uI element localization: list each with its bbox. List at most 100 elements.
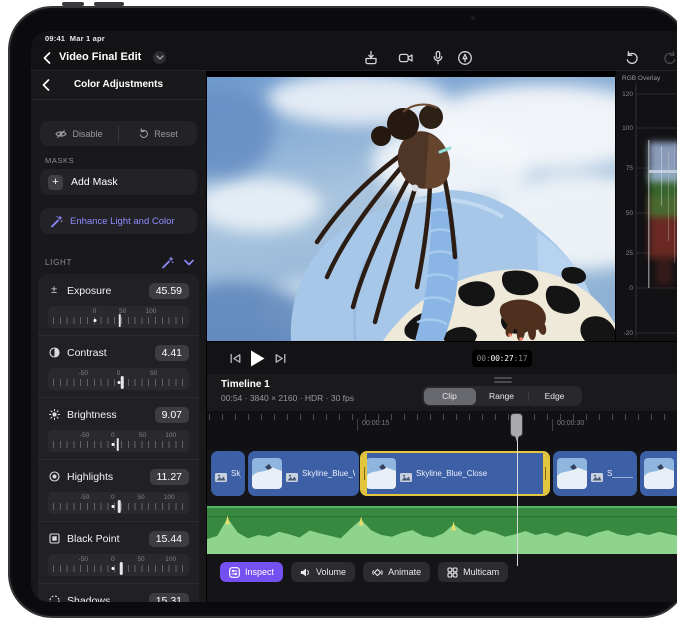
light-section-header: LIGHT <box>45 255 194 269</box>
undo-button[interactable] <box>624 50 640 66</box>
clip[interactable]: Skyline_Blue_Wide <box>248 451 359 496</box>
clip-label: Skyline_Blue_Close <box>416 469 487 478</box>
slider-ruler[interactable]: -50050100 <box>48 554 189 576</box>
ruler-label: 50 <box>137 556 144 563</box>
photo-badge-icon <box>591 469 603 478</box>
play-button[interactable] <box>250 350 265 367</box>
panel-resize-handle[interactable] <box>494 377 512 385</box>
slider-exposure: ± Exposure 45.59 050100 <box>38 274 199 336</box>
slider-ruler[interactable]: -50050100 <box>48 492 189 514</box>
tool-label: Multicam <box>463 567 499 577</box>
slider-value-indicator[interactable] <box>119 314 122 327</box>
magic-wand-icon <box>50 215 63 228</box>
add-mask-label: Add Mask <box>71 176 118 188</box>
clip[interactable]: Sk____ <box>211 451 245 496</box>
content-area: RGB Overlay 1201007550250-20 00:00:27:17… <box>207 71 677 602</box>
multicam-button[interactable]: Multicam <box>438 562 508 582</box>
animate-button[interactable]: Animate <box>363 562 430 582</box>
audio-track[interactable] <box>207 506 677 554</box>
ruler-label: 100 <box>164 494 175 501</box>
slider-value[interactable]: 45.59 <box>149 283 189 299</box>
redo-button[interactable] <box>662 50 677 66</box>
clip-selected[interactable]: Skyline_Blue_Close <box>360 451 550 496</box>
clip[interactable]: S________ <box>553 451 637 496</box>
mode-clip[interactable]: Clip <box>424 388 476 405</box>
slider-value[interactable]: 11.27 <box>150 469 190 485</box>
skip-back-button[interactable] <box>229 352 242 365</box>
slider-value-indicator[interactable] <box>118 500 121 513</box>
timecode-ruler-label: 00:00:30 <box>552 419 584 431</box>
ruler-label: -50 <box>80 494 89 501</box>
clip[interactable] <box>640 451 677 496</box>
slider-highlights: Highlights 11.27 -50050100 <box>38 460 199 522</box>
blackpoint-icon <box>48 533 60 545</box>
plus-minus-icon: ± <box>48 285 60 297</box>
trim-handle-right[interactable] <box>543 453 548 494</box>
slider-name: Shadows <box>67 595 142 603</box>
scope-axis-label: 0 <box>629 285 633 292</box>
slider-name: Contrast <box>67 347 148 359</box>
enhance-light-color-button[interactable]: Enhance Light and Color <box>40 208 197 234</box>
timeline-ruler[interactable]: 00:00:15 00:00:30 <box>207 411 677 451</box>
timeline-header: Timeline 1 00:54 · 3840 × 2160 · HDR · 3… <box>207 374 677 411</box>
slider-value[interactable]: 9.07 <box>155 407 189 423</box>
back-chevron-icon[interactable] <box>43 52 51 64</box>
scope-title: RGB Overlay <box>622 75 660 82</box>
disable-button[interactable]: Disable <box>40 121 118 146</box>
import-media-button[interactable] <box>363 50 379 66</box>
panel-title: Color Adjustments <box>31 79 206 90</box>
ruler-label: -50 <box>79 370 88 377</box>
animate-icon <box>372 567 383 578</box>
reset-button[interactable]: Reset <box>119 121 197 146</box>
markup-pencil-button[interactable] <box>457 50 473 66</box>
photo-badge-icon <box>215 469 227 478</box>
clip-thumbnail <box>366 458 396 489</box>
status-time: 09:41 <box>45 34 65 43</box>
scope-axis-label: 120 <box>622 91 633 98</box>
timeline-meta: 00:54 · 3840 × 2160 · HDR · 30 fps <box>221 393 354 403</box>
tool-label: Inspect <box>245 567 274 577</box>
video-preview[interactable] <box>207 71 615 341</box>
slider-value-indicator[interactable] <box>117 438 120 451</box>
collapse-chevron-icon[interactable] <box>184 259 194 266</box>
chevron-down-icon <box>156 55 164 60</box>
brightness-icon <box>48 409 60 421</box>
camera-button[interactable] <box>398 50 414 66</box>
ruler-origin-dot <box>117 381 120 384</box>
scope-axis-label: 25 <box>626 250 634 257</box>
audio-waveform <box>207 506 677 554</box>
ruler-origin-dot <box>93 319 96 322</box>
mode-range[interactable]: Range <box>476 388 528 405</box>
photo-badge-icon <box>286 469 298 478</box>
slider-value-indicator[interactable] <box>120 562 123 575</box>
auto-enhance-icon[interactable] <box>161 256 174 269</box>
playhead-handle[interactable] <box>510 413 523 437</box>
slider-ruler[interactable]: 050100 <box>48 306 189 328</box>
slider-value[interactable]: 4.41 <box>155 345 189 361</box>
project-title[interactable]: Video Final Edit <box>59 51 141 63</box>
volume-button[interactable]: Volume <box>291 562 355 582</box>
add-mask-button[interactable]: + Add Mask <box>40 169 197 195</box>
mode-edge[interactable]: Edge <box>529 388 581 405</box>
ruler-label: 0 <box>117 370 121 377</box>
timecode-ruler-label: 00:00:15 <box>357 419 389 431</box>
skip-forward-button[interactable] <box>274 352 287 365</box>
color-adjustments-panel: Color Adjustments Disable Reset MASKS + … <box>31 71 207 602</box>
multicam-icon <box>447 567 458 578</box>
slider-ruler[interactable]: -50050100 <box>48 430 189 452</box>
slider-ruler[interactable]: -50050 <box>48 368 189 390</box>
slider-name: Brightness <box>67 409 148 421</box>
ruler-label: 0 <box>93 308 97 315</box>
project-title-dropdown[interactable] <box>153 51 166 64</box>
trim-handle-left[interactable] <box>362 453 367 494</box>
front-camera <box>470 15 476 21</box>
slider-value[interactable]: 15.44 <box>149 531 189 547</box>
inspect-button[interactable]: Inspect <box>220 562 283 582</box>
slider-value[interactable]: 15.31 <box>149 593 189 603</box>
timecode-hours: 00: <box>477 354 491 363</box>
slider-value-indicator[interactable] <box>121 376 124 389</box>
timecode-display[interactable]: 00:00:27:17 <box>472 350 532 367</box>
eye-off-icon <box>55 129 67 139</box>
microphone-button[interactable] <box>430 50 446 66</box>
ruler-label: -50 <box>80 432 89 439</box>
